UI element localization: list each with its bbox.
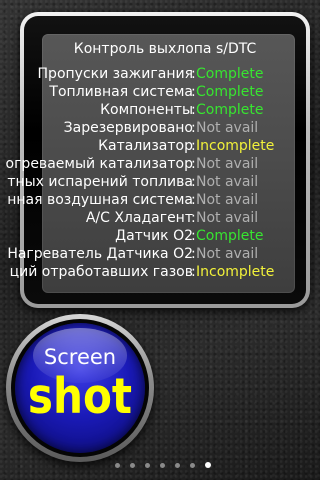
monitor-row-o2-sensor: Датчик O2 : Complete xyxy=(115,228,264,244)
monitor-label: Топливная система xyxy=(49,84,193,100)
monitor-status: Not avail xyxy=(196,210,259,226)
monitor-label: нная воздушная система xyxy=(7,192,193,208)
page-dot-active[interactable] xyxy=(205,462,211,468)
monitor-label: Компоненты xyxy=(100,102,193,118)
screenshot-button-label-bottom: shot xyxy=(27,368,133,425)
monitor-label: огреваемый катализатор xyxy=(5,156,193,172)
monitor-status: Not avail xyxy=(196,174,259,190)
monitor-list: Пропуски зажигания : Complete Топливная … xyxy=(0,65,320,281)
monitor-row-ac-refrigerant: A/C Хладагент : Not avail xyxy=(85,210,259,226)
monitor-status: Not avail xyxy=(196,192,259,208)
page-indicator xyxy=(115,461,211,469)
monitor-label: A/C Хладагент xyxy=(85,210,193,226)
page-dot[interactable] xyxy=(160,462,165,468)
monitor-label: Зарезервировано xyxy=(63,120,193,136)
monitor-label: Катализатор xyxy=(98,138,193,154)
monitor-status: Complete xyxy=(196,84,264,100)
monitor-status: Incomplete xyxy=(196,138,275,154)
panel-title: Контроль выхлопа s/DTC xyxy=(73,41,257,57)
monitor-row-heated-catalyst: огреваемый катализатор : Not avail xyxy=(5,156,259,172)
monitor-status: Not avail xyxy=(196,156,259,172)
monitor-label: Датчик O2 xyxy=(115,228,193,244)
monitor-row-evap-system: тных испарений топлива : Not avail xyxy=(7,174,259,190)
monitor-row-components: Компоненты : Complete xyxy=(100,102,264,118)
monitor-row-egr: ций отработавших газов : Incomplete xyxy=(9,264,275,280)
page-dot[interactable] xyxy=(130,462,135,468)
monitor-row-reserved: Зарезервировано : Not avail xyxy=(63,120,259,136)
monitor-status: Not avail xyxy=(196,246,259,262)
screenshot-button-face: Screen shot xyxy=(15,323,145,453)
page-dot[interactable] xyxy=(145,462,150,468)
monitor-label: ций отработавших газов xyxy=(9,264,193,280)
screenshot-button-label-top: Screen xyxy=(43,345,117,369)
page-dot[interactable] xyxy=(190,462,195,468)
monitor-status: Complete xyxy=(196,66,264,82)
page-dot[interactable] xyxy=(115,462,120,468)
monitor-row-o2-heater: Нагреватель Датчика O2 : Not avail xyxy=(7,246,259,262)
monitor-status: Complete xyxy=(196,228,264,244)
monitor-label: тных испарений топлива xyxy=(7,174,193,190)
monitor-row-fuel-system: Топливная система : Complete xyxy=(49,84,264,100)
monitor-row-catalyst: Катализатор : Incomplete xyxy=(98,138,275,154)
screenshot-button[interactable]: Screen shot xyxy=(6,314,154,462)
monitor-status: Incomplete xyxy=(196,264,275,280)
page-dot[interactable] xyxy=(175,462,180,468)
monitor-row-secondary-air: нная воздушная система : Not avail xyxy=(7,192,259,208)
monitor-status: Not avail xyxy=(196,120,259,136)
monitor-label: Пропуски зажигания xyxy=(37,66,193,82)
monitor-row-misfire: Пропуски зажигания : Complete xyxy=(37,66,264,82)
monitor-label: Нагреватель Датчика O2 xyxy=(7,246,193,262)
monitor-status: Complete xyxy=(196,102,264,118)
